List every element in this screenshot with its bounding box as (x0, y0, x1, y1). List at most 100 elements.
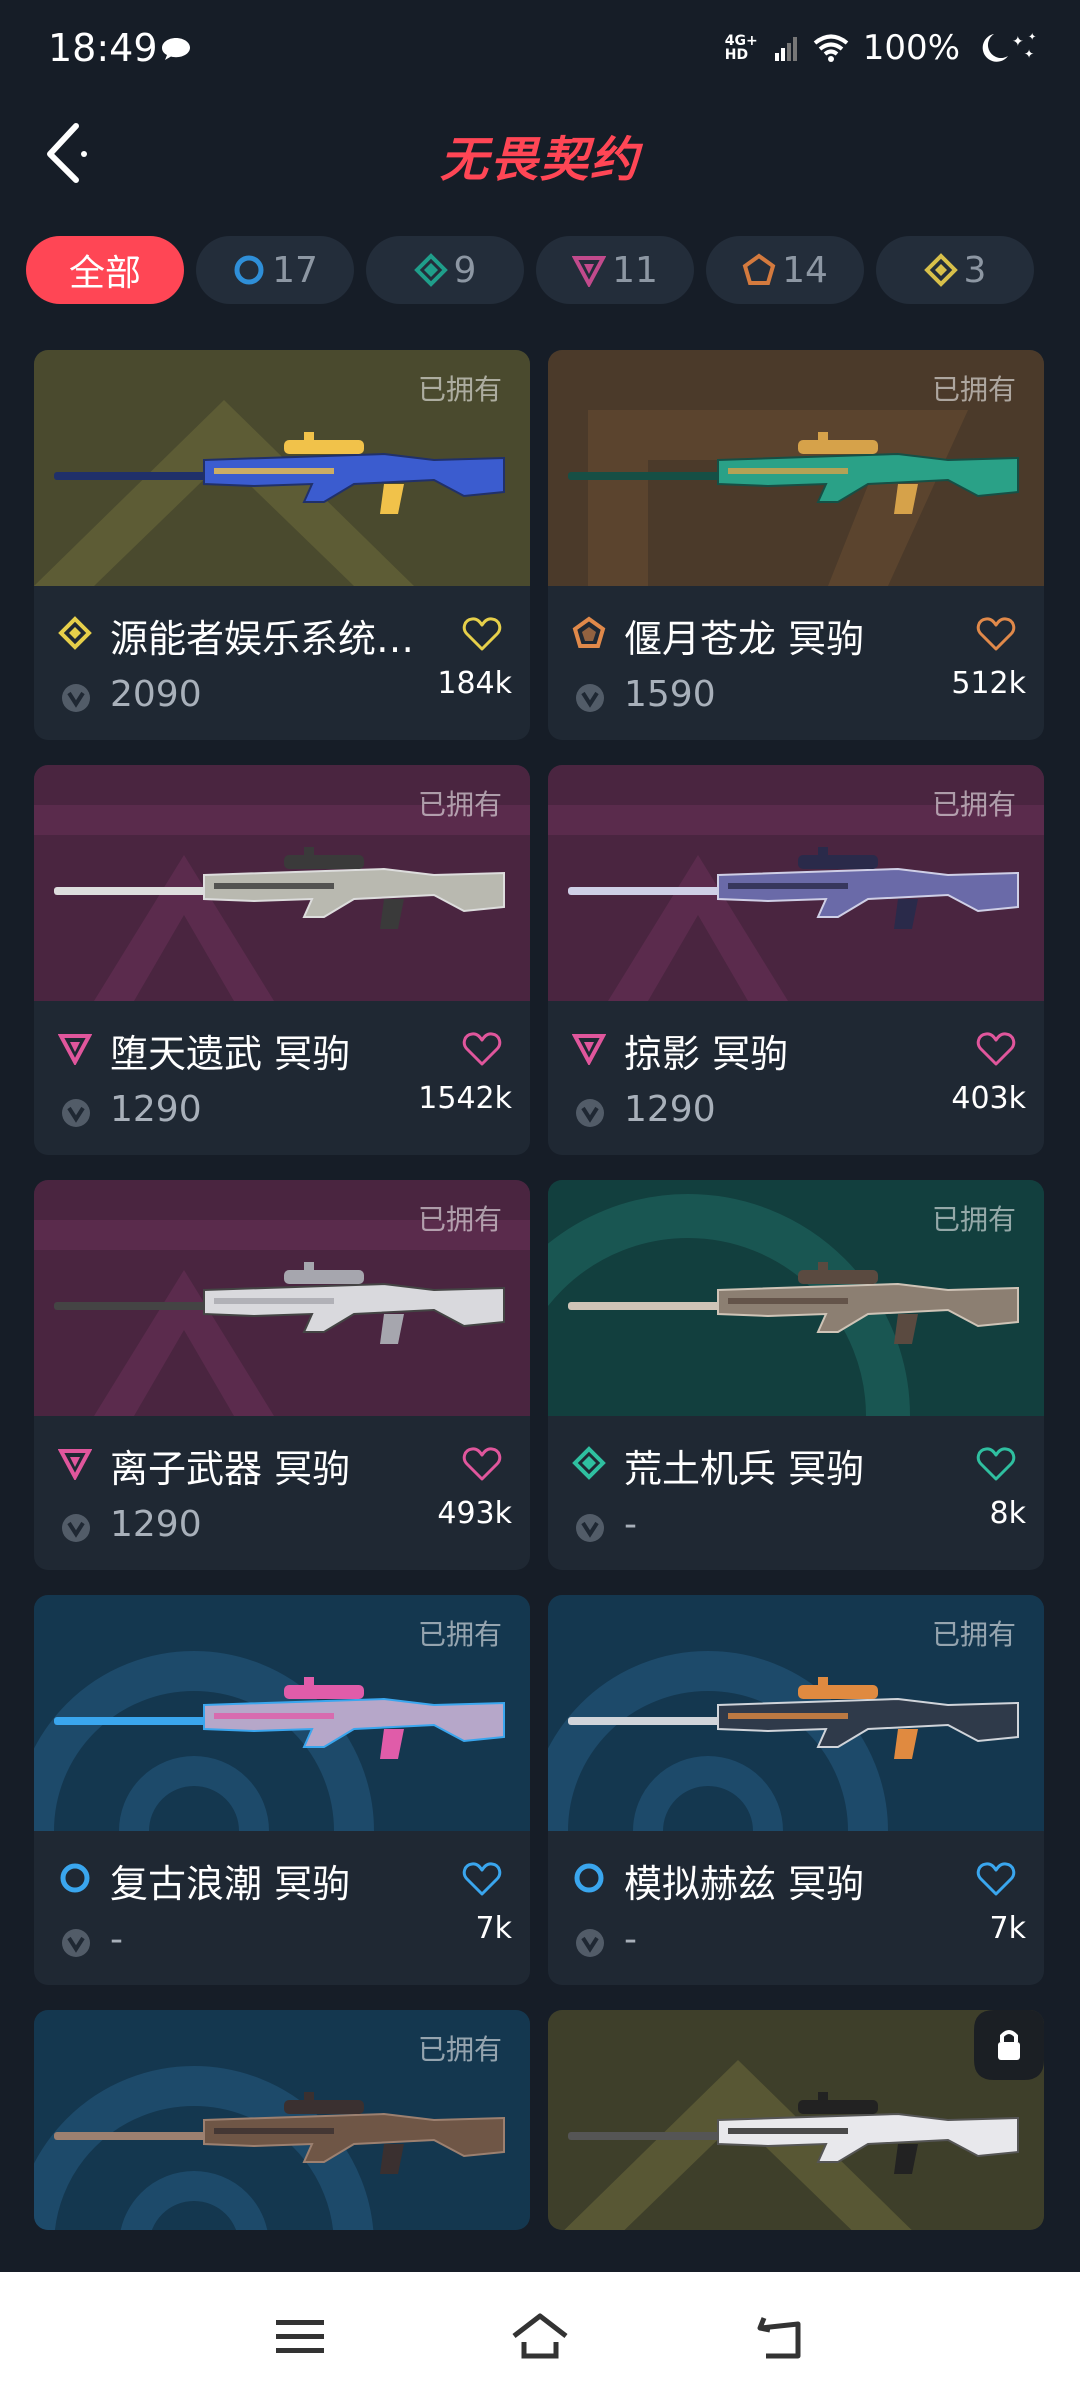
filter-premium-tier[interactable]: 11 (536, 236, 694, 304)
like-count: 184k (437, 666, 512, 701)
select-tier-icon (234, 255, 264, 285)
battery-level: 100% (862, 28, 960, 68)
owned-label: 已拥有 (931, 373, 1016, 406)
skin-card[interactable]: 已拥有 离子武器 冥驹 1290 493k (34, 1180, 530, 1570)
weapon-image (54, 1677, 505, 1759)
exclusive-tier-icon (742, 253, 776, 285)
skin-price: - (110, 1919, 123, 1960)
owned-label: 已拥有 (417, 1618, 502, 1651)
card-info: 荒土机兵 冥驹 - 8k (548, 1416, 1044, 1570)
owned-label: 已拥有 (417, 2033, 502, 2066)
weapon-image (568, 1262, 1019, 1344)
filter-all[interactable]: 全部 (26, 236, 184, 304)
like-count: 1542k (418, 1081, 512, 1116)
home-icon[interactable] (510, 2308, 570, 2364)
skin-price: - (624, 1504, 637, 1545)
vp-currency-icon (576, 1514, 604, 1542)
weapon-image (568, 1677, 1019, 1759)
status-time: 18:49 (48, 26, 158, 70)
weapon-image (54, 1262, 505, 1344)
skin-card[interactable]: 已拥有 (34, 2010, 530, 2230)
like-count: 512k (951, 666, 1026, 701)
weapon-image (568, 847, 1019, 929)
card-info: 源能者娱乐系统… 2090 184k (34, 586, 530, 740)
favorite-heart-icon[interactable] (976, 616, 1016, 652)
back-nav-icon[interactable] (752, 2308, 812, 2364)
skin-price: 1290 (624, 1089, 716, 1130)
card-info: 模拟赫兹 冥驹 - 7k (548, 1831, 1044, 1985)
signal-icon (774, 37, 797, 61)
skin-card[interactable]: 已拥有 掠影 冥驹 1290 403k (548, 765, 1044, 1155)
weapon-image (568, 2092, 1019, 2174)
skin-card[interactable]: 已拥有 模拟赫兹 冥驹 - 7k (548, 1595, 1044, 1985)
owned-label: 已拥有 (417, 788, 502, 821)
filter-bar: 全部 17 9 11 14 3 (26, 236, 1066, 306)
skin-card[interactable]: 已拥有 偃月苍龙 冥驹 1590 512k (548, 350, 1044, 740)
skin-name: 荒土机兵 冥驹 (624, 1447, 865, 1491)
skin-name: 复古浪潮 冥驹 (110, 1862, 351, 1906)
premium-tier-icon (572, 1034, 606, 1065)
favorite-heart-icon[interactable] (462, 1861, 502, 1897)
filter-label: 全部 (68, 253, 141, 294)
owned-label: 已拥有 (417, 1203, 502, 1236)
card-media: 已拥有 (34, 1595, 530, 1831)
skin-card[interactable] (548, 2010, 1044, 2230)
favorite-heart-icon[interactable] (462, 1031, 502, 1067)
weapon-image (54, 2092, 505, 2174)
skin-price: 1590 (624, 674, 716, 715)
skin-card[interactable]: 已拥有 堕天遗武 冥驹 1290 1542k (34, 765, 530, 1155)
favorite-heart-icon[interactable] (976, 1446, 1016, 1482)
card-media: 已拥有 (34, 1180, 530, 1416)
status-bar: 18:49 4G+ HD 100% ✦ ✦ ✦ (0, 0, 1080, 100)
like-count: 7k (989, 1911, 1026, 1946)
deluxe-tier-icon (572, 1446, 606, 1480)
weapon-image (54, 432, 505, 514)
ultra-tier-icon (58, 616, 92, 650)
filter-deluxe-tier[interactable]: 9 (366, 236, 524, 304)
premium-tier-icon (58, 1449, 92, 1480)
skin-name: 偃月苍龙 冥驹 (624, 617, 865, 661)
system-nav-bar (0, 2272, 1080, 2400)
filter-ultra-tier[interactable]: 3 (876, 236, 1034, 304)
vp-currency-icon (62, 684, 90, 712)
card-info: 掠影 冥驹 1290 403k (548, 1001, 1044, 1155)
skin-price: - (624, 1919, 637, 1960)
favorite-heart-icon[interactable] (976, 1031, 1016, 1067)
skin-name: 堕天遗武 冥驹 (110, 1032, 351, 1076)
skin-card[interactable]: 已拥有 复古浪潮 冥驹 - 7k (34, 1595, 530, 1985)
vp-currency-icon (62, 1099, 90, 1127)
premium-tier-icon (58, 1034, 92, 1065)
filter-exclusive-tier[interactable]: 14 (706, 236, 864, 304)
select-tier-icon (574, 1863, 604, 1893)
like-count: 8k (989, 1496, 1026, 1531)
skin-card[interactable]: 已拥有 荒土机兵 冥驹 - 8k (548, 1180, 1044, 1570)
premium-tier-icon (572, 256, 607, 287)
svg-text:✦: ✦ (1024, 47, 1034, 61)
vp-currency-icon (576, 1929, 604, 1957)
network-label: 4G+ HD (724, 33, 758, 63)
skin-name: 源能者娱乐系统… (110, 617, 415, 661)
card-info: 偃月苍龙 冥驹 1590 512k (548, 586, 1044, 740)
ultra-tier-icon (923, 253, 958, 287)
svg-text:✦: ✦ (1012, 34, 1024, 50)
owned-label: 已拥有 (931, 1203, 1016, 1236)
filter-select-tier[interactable]: 17 (196, 236, 354, 304)
card-media: 已拥有 (34, 765, 530, 1001)
card-media: 已拥有 (548, 1180, 1044, 1416)
card-media: 已拥有 (548, 1595, 1044, 1831)
filter-count: 3 (963, 249, 987, 291)
header: 无畏契约 (0, 100, 1080, 200)
skin-name: 模拟赫兹 冥驹 (624, 1862, 865, 1906)
weapon-image (54, 847, 505, 929)
card-media: 已拥有 (548, 350, 1044, 586)
skin-name: 掠影 冥驹 (624, 1032, 789, 1076)
night-mode-icon: ✦✦ ✦ (982, 32, 1036, 62)
favorite-heart-icon[interactable] (976, 1861, 1016, 1897)
favorite-heart-icon[interactable] (462, 1446, 502, 1482)
like-count: 403k (951, 1081, 1026, 1116)
menu-icon[interactable] (270, 2308, 330, 2364)
favorite-heart-icon[interactable] (462, 616, 502, 652)
skin-card[interactable]: 已拥有 源能者娱乐系统… 2090 184k (34, 350, 530, 740)
filter-count: 11 (612, 249, 658, 291)
filter-count: 14 (782, 249, 828, 291)
